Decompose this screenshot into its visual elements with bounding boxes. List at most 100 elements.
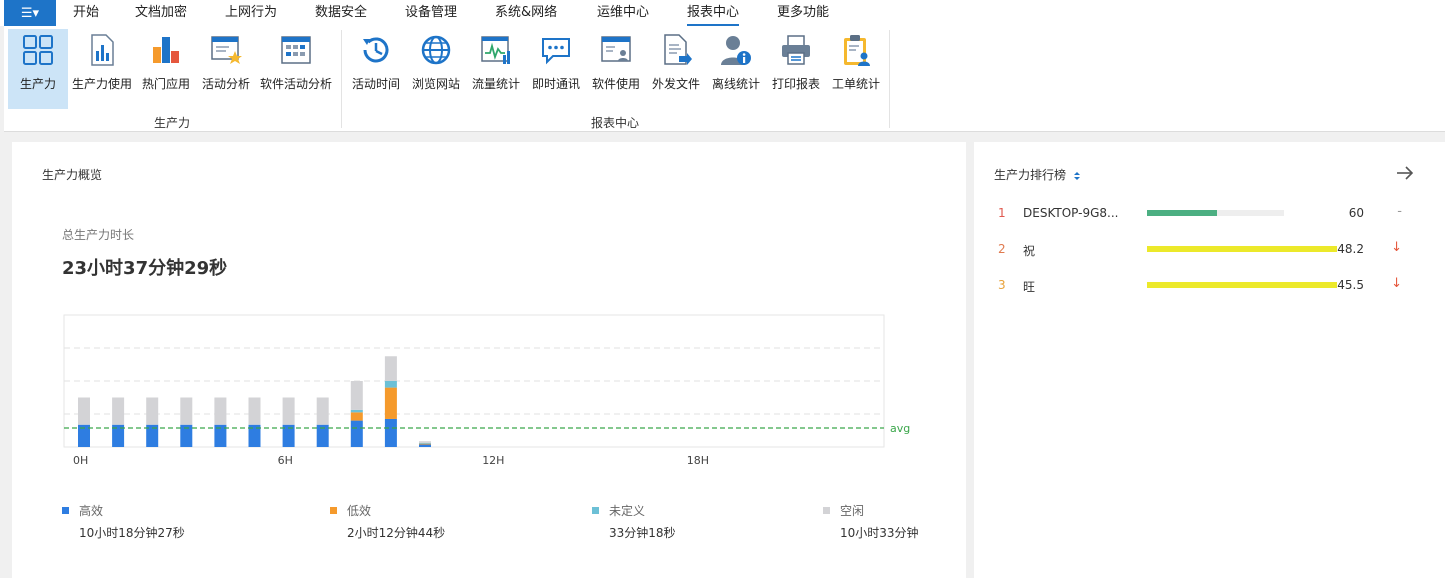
sort-icon[interactable] <box>1073 171 1081 181</box>
menu-bar: ☰▾ 开始 文档加密 上网行为 数据安全 设备管理 系统&网络 运维中心 报表中… <box>0 0 1445 26</box>
legend-inefficient: 低效 2小时12分钟44秒 <box>330 502 445 540</box>
clipboard-user-icon <box>844 35 870 66</box>
ranking-row[interactable]: 2 祝 48.2 ↓ <box>994 240 1414 260</box>
menu-data-security[interactable]: 数据安全 <box>315 0 367 26</box>
ribbon-browse-websites-button[interactable]: 浏览网站 <box>408 29 464 109</box>
bar-segment[interactable] <box>78 397 90 425</box>
menu-device-management[interactable]: 设备管理 <box>405 0 457 26</box>
ribbon-activity-time-button[interactable]: 活动时间 <box>348 29 404 109</box>
bar-segment[interactable] <box>146 397 159 425</box>
rank-trend-icon: ↓ <box>1391 240 1402 255</box>
hourly-productivity-chart: avg 0H 6H 12H 18H <box>63 314 910 467</box>
ranking-row[interactable]: 3 旺 45.5 ↓ <box>994 276 1414 296</box>
rank-number: 2 <box>998 242 1006 256</box>
x-tick-label: 12H <box>482 454 504 467</box>
ranking-row[interactable]: 1 DESKTOP-9G8... 60 - <box>994 204 1414 224</box>
user-info-icon <box>721 36 751 65</box>
rank-score: 60 <box>1348 206 1364 220</box>
rank-score: 48.2 <box>1337 242 1364 256</box>
ribbon-print-report-button[interactable]: 打印报表 <box>768 29 824 109</box>
menu-more-features[interactable]: 更多功能 <box>777 0 829 26</box>
ribbon-productivity-usage-button[interactable]: 生产力使用 <box>70 29 134 109</box>
legend-idle: 空闲 10小时33分钟 <box>823 502 919 540</box>
x-tick-label: 0H <box>73 454 88 467</box>
legend-swatch <box>62 507 69 514</box>
ranking-title[interactable]: 生产力排行榜 <box>994 166 1081 183</box>
legend-swatch <box>823 507 830 514</box>
ribbon-button-label: 活动时间 <box>351 77 400 91</box>
bar-segment[interactable] <box>316 397 329 425</box>
chat-bubble-icon <box>542 38 570 65</box>
legend-value: 2小时12分钟44秒 <box>347 526 446 540</box>
rank-bar-fill <box>1147 210 1217 216</box>
panel-title: 生产力概览 <box>42 168 103 182</box>
menu-system-network[interactable]: 系统&网络 <box>495 0 557 26</box>
file-send-icon <box>664 34 692 65</box>
bar-segment[interactable] <box>214 397 227 425</box>
rank-number: 1 <box>998 206 1006 220</box>
rank-device-name: DESKTOP-9G8... <box>1023 206 1119 220</box>
window-star-icon <box>211 36 242 64</box>
ribbon-button-label: 离线统计 <box>711 77 760 91</box>
ribbon-button-label: 打印报表 <box>771 77 820 91</box>
bar-segment[interactable] <box>384 356 397 381</box>
menu-internet-behavior[interactable]: 上网行为 <box>225 0 277 26</box>
bar-segment[interactable] <box>384 381 397 388</box>
menu-report-center[interactable]: 报表中心 <box>687 0 740 26</box>
bar-segment[interactable] <box>248 397 261 425</box>
ribbon-group-label-report-center: 报表中心 <box>591 116 640 130</box>
bar-segment[interactable] <box>350 381 363 410</box>
rank-score: 45.5 <box>1337 278 1364 292</box>
ribbon-activity-analysis-button[interactable]: 活动分析 <box>198 29 254 109</box>
rank-trend-icon: ↓ <box>1391 276 1402 291</box>
menu-document-encryption[interactable]: 文档加密 <box>135 0 187 26</box>
bar-segment[interactable] <box>419 442 431 444</box>
bar-segment[interactable] <box>419 444 431 447</box>
app-menu-button[interactable]: ☰▾ <box>4 0 56 26</box>
ribbon-button-label: 流量统计 <box>471 77 520 91</box>
ribbon-traffic-stats-button[interactable]: 流量统计 <box>468 29 524 109</box>
ribbon-hot-apps-button[interactable]: 热门应用 <box>138 29 194 109</box>
rank-bar-track <box>1147 210 1284 216</box>
productivity-overview-panel: 生产力概览 总生产力时长 23小时37分钟29秒 avg 0H 6H 12H 18H … <box>12 142 966 578</box>
x-tick-label: 18H <box>687 454 709 467</box>
ribbon-button-label: 外发文件 <box>651 77 700 91</box>
ribbon-group-label-productivity: 生产力 <box>154 116 191 130</box>
legend-swatch <box>330 507 337 514</box>
menu-start[interactable]: 开始 <box>73 0 99 26</box>
total-duration-label: 总生产力时长 <box>62 228 135 242</box>
arrow-right-icon[interactable] <box>1395 164 1415 182</box>
bar-segment[interactable] <box>350 412 363 421</box>
bar-segment[interactable] <box>282 397 295 425</box>
ribbon-group-divider <box>341 30 342 128</box>
ribbon-group-divider <box>889 30 890 128</box>
ribbon-button-label: 即时通讯 <box>531 77 580 91</box>
ribbon-offline-stats-button[interactable]: 离线统计 <box>708 29 764 109</box>
bar-segment[interactable] <box>419 443 431 445</box>
bar-segment[interactable] <box>180 397 193 425</box>
ribbon-ticket-stats-button[interactable]: 工单统计 <box>828 29 884 109</box>
legend-value: 10小时18分钟27秒 <box>79 526 185 540</box>
ribbon-productivity-button[interactable]: 生产力 <box>8 29 68 109</box>
rank-bar-fill <box>1147 282 1337 288</box>
legend-value: 33分钟18秒 <box>609 526 676 540</box>
bar-segment[interactable] <box>112 397 125 425</box>
app-blocks-icon <box>153 37 179 63</box>
ribbon-software-usage-button[interactable]: 软件使用 <box>588 29 644 109</box>
ribbon-instant-messaging-button[interactable]: 即时通讯 <box>528 29 584 109</box>
bar-segment[interactable] <box>384 387 397 419</box>
menu-ops-center[interactable]: 运维中心 <box>597 0 649 26</box>
ribbon-button-label: 生产力 <box>19 77 56 91</box>
bar-segment[interactable] <box>384 418 397 447</box>
ribbon-button-label: 生产力使用 <box>71 77 132 91</box>
window-grid-icon <box>281 36 311 64</box>
bar-segment[interactable] <box>419 441 431 443</box>
ribbon-button-label: 浏览网站 <box>411 77 460 91</box>
ribbon-button-label: 工单统计 <box>831 77 880 91</box>
printer-icon <box>782 35 810 65</box>
ribbon-software-activity-analysis-button[interactable]: 软件活动分析 <box>258 29 334 109</box>
bar-segment[interactable] <box>350 409 363 413</box>
ribbon-outgoing-files-button[interactable]: 外发文件 <box>648 29 704 109</box>
avg-label: avg <box>890 422 910 435</box>
bar-segment[interactable] <box>350 420 363 447</box>
